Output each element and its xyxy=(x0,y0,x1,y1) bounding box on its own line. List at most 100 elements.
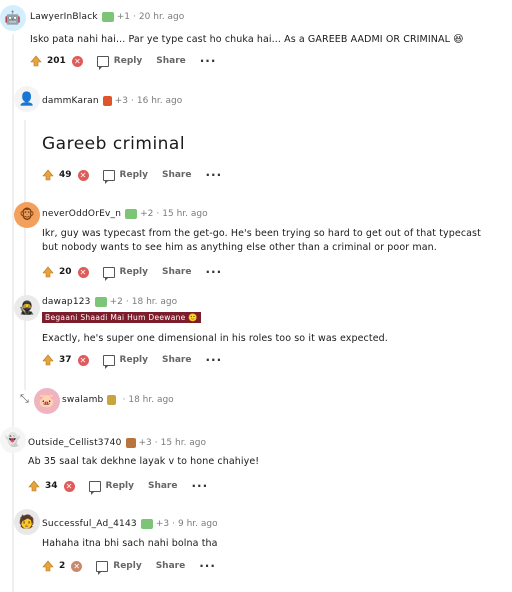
thread-line xyxy=(24,120,26,390)
reply-button[interactable]: Reply xyxy=(120,267,148,277)
flair-count: +3 xyxy=(114,96,129,106)
reply-icon[interactable] xyxy=(102,169,115,184)
vote-score: 37 xyxy=(59,355,72,365)
avatar[interactable]: 🐷 xyxy=(34,388,60,414)
upvote-icon[interactable] xyxy=(30,55,42,67)
username[interactable]: Successful_Ad_4143 xyxy=(42,519,137,529)
more-options-icon[interactable]: ··· xyxy=(199,559,216,573)
more-options-icon[interactable]: ··· xyxy=(205,265,222,279)
comment-meta: LawyerInBlack +1 · 20 hr. ago xyxy=(30,9,184,25)
timestamp[interactable]: 20 hr. ago xyxy=(139,12,184,22)
flair-count: +1 xyxy=(116,12,131,22)
downvote-icon[interactable]: ✕ xyxy=(77,266,89,278)
vote-score: 2 xyxy=(59,561,66,571)
share-button[interactable]: Share xyxy=(162,267,192,277)
upvote-icon[interactable] xyxy=(42,266,54,278)
upvote-icon[interactable] xyxy=(42,354,54,366)
separator: · xyxy=(133,12,136,22)
reply-icon[interactable] xyxy=(88,480,101,495)
flair-icon xyxy=(125,209,138,219)
comment-body: Hahaha itna bhi sach nahi bolna tha xyxy=(42,538,218,549)
flair-icon xyxy=(94,297,107,307)
more-options-icon[interactable]: ··· xyxy=(200,54,217,68)
flair-count: +3 xyxy=(155,519,170,529)
avatar[interactable]: 🐵 xyxy=(14,202,40,228)
thread-line xyxy=(12,34,14,592)
user-flair-text: Begaani Shaadi Mai Hum Deewane xyxy=(45,313,186,322)
separator: · xyxy=(156,209,160,219)
downvote-icon[interactable]: ✕ xyxy=(71,560,83,572)
reply-button[interactable]: Reply xyxy=(114,56,142,66)
reply-icon[interactable] xyxy=(96,560,109,575)
reply-button[interactable]: Reply xyxy=(120,355,148,365)
more-options-icon[interactable]: ··· xyxy=(191,479,208,493)
upvote-icon[interactable] xyxy=(28,480,40,492)
vote-score: 201 xyxy=(47,56,66,66)
share-button[interactable]: Share xyxy=(156,56,186,66)
comment-actions: 20 ✕ Reply Share ··· xyxy=(42,263,222,281)
username[interactable]: Outside_Cellist3740 xyxy=(28,438,122,448)
comment-body: Gareeb criminal xyxy=(42,134,186,154)
share-button[interactable]: Share xyxy=(148,481,178,491)
flair-count: +2 xyxy=(140,209,154,219)
reply-icon[interactable] xyxy=(102,266,115,281)
reply-icon[interactable] xyxy=(96,55,109,70)
downvote-icon[interactable]: ✕ xyxy=(77,169,89,181)
more-options-icon[interactable]: ··· xyxy=(205,168,222,182)
reply-button[interactable]: Reply xyxy=(113,561,141,571)
share-button[interactable]: Share xyxy=(162,355,192,365)
downvote-icon[interactable]: ✕ xyxy=(71,55,83,67)
avatar[interactable]: 🤖 xyxy=(0,5,26,31)
reply-icon[interactable] xyxy=(102,354,115,369)
flair-count: +3 xyxy=(138,438,152,448)
comment-meta: Outside_Cellist3740 +3 · 15 hr. ago xyxy=(28,435,206,451)
comment-body: Isko pata nahi hai... Par ye type cast h… xyxy=(30,33,510,47)
avatar[interactable]: 👻 xyxy=(0,427,26,453)
comment-body: Ikr, guy was typecast from the get-go. H… xyxy=(42,227,510,255)
vote-score: 49 xyxy=(59,170,72,180)
comment-meta: swalamb · 18 hr. ago xyxy=(62,392,174,408)
comment-body: Exactly, he's super one dimensional in h… xyxy=(42,333,388,344)
separator: · xyxy=(131,96,134,106)
downvote-icon[interactable]: ✕ xyxy=(63,480,75,492)
downvote-icon[interactable]: ✕ xyxy=(77,354,89,366)
comment-actions: 49 ✕ Reply Share ··· xyxy=(42,166,222,184)
username[interactable]: swalamb xyxy=(62,395,103,405)
username[interactable]: neverOddOrEv_n xyxy=(42,209,121,219)
flair-icon xyxy=(140,519,153,529)
timestamp[interactable]: 9 hr. ago xyxy=(178,519,218,529)
separator: · xyxy=(122,395,126,405)
comment-meta: Successful_Ad_4143 +3 · 9 hr. ago xyxy=(42,516,218,532)
reply-button[interactable]: Reply xyxy=(120,170,148,180)
more-options-icon[interactable]: ··· xyxy=(205,353,222,367)
upvote-icon[interactable] xyxy=(42,560,54,572)
timestamp[interactable]: 18 hr. ago xyxy=(132,297,177,307)
flair-icon xyxy=(101,12,114,22)
timestamp[interactable]: 18 hr. ago xyxy=(128,395,173,405)
avatar[interactable]: 🥷 xyxy=(14,295,40,321)
comment-meta: dawap123 +2 · 18 hr. ago xyxy=(42,294,177,310)
timestamp[interactable]: 16 hr. ago xyxy=(137,96,182,106)
timestamp[interactable]: 15 hr. ago xyxy=(161,438,206,448)
username[interactable]: LawyerInBlack xyxy=(30,12,98,22)
vote-score: 20 xyxy=(59,267,72,277)
vote-score: 34 xyxy=(45,481,58,491)
username[interactable]: dammKaran xyxy=(42,96,99,106)
username[interactable]: dawap123 xyxy=(42,297,91,307)
share-button[interactable]: Share xyxy=(162,170,192,180)
expand-icon[interactable]: ⤡ xyxy=(20,392,29,406)
comment-actions: 34 ✕ Reply Share ··· xyxy=(28,477,208,495)
avatar[interactable]: 🧑 xyxy=(14,509,40,535)
avatar[interactable]: 👤 xyxy=(14,86,40,112)
separator: · xyxy=(125,297,129,307)
flair-icon xyxy=(102,96,112,106)
flair-count: +2 xyxy=(109,297,123,307)
comment-meta: neverOddOrEv_n +2 · 15 hr. ago xyxy=(42,206,208,222)
upvote-icon[interactable] xyxy=(42,169,54,181)
share-button[interactable]: Share xyxy=(156,561,186,571)
flair-icon xyxy=(125,438,136,448)
laughing-emoji-icon: 😆 xyxy=(453,34,464,45)
comment-actions: 201 ✕ Reply Share ··· xyxy=(30,52,216,70)
timestamp[interactable]: 15 hr. ago xyxy=(162,209,207,219)
reply-button[interactable]: Reply xyxy=(106,481,134,491)
